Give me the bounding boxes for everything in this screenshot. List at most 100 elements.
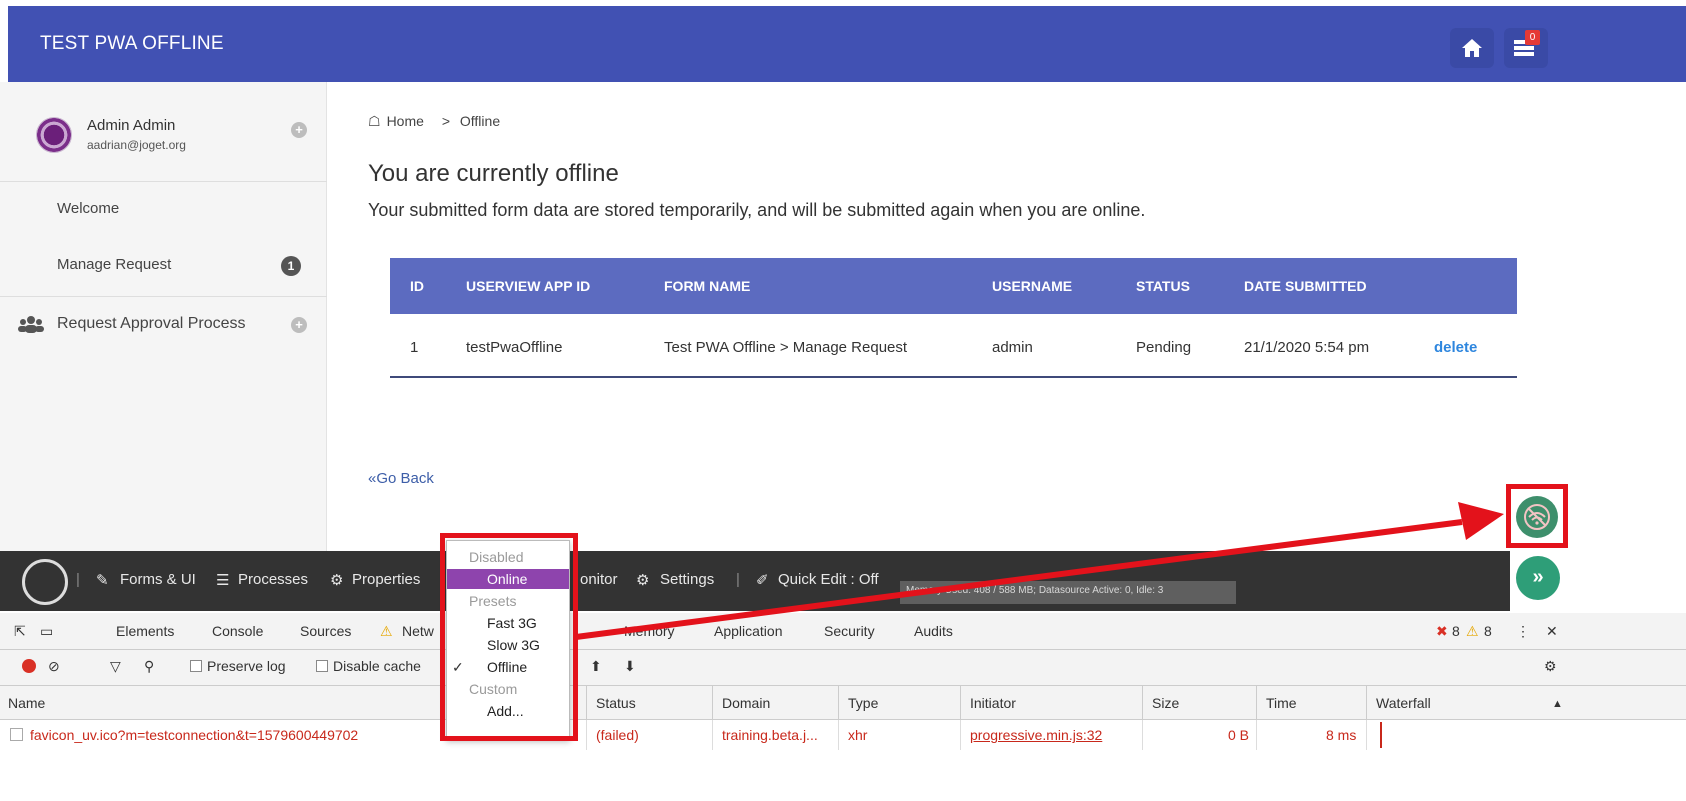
- table-row: 1 testPwaOffline Test PWA Offline > Mana…: [390, 314, 1517, 378]
- properties-link[interactable]: Properties: [352, 571, 420, 588]
- tab-audits[interactable]: Audits: [914, 623, 953, 639]
- tab-application[interactable]: Application: [714, 623, 783, 639]
- column-divider: [712, 720, 713, 750]
- column-divider: [586, 720, 587, 750]
- inspect-icon[interactable]: ⇱: [14, 623, 26, 640]
- column-divider: [1256, 720, 1257, 750]
- column-divider: [960, 720, 961, 750]
- error-count[interactable]: 8: [1452, 623, 1460, 639]
- page-description: Your submitted form data are stored temp…: [368, 200, 1146, 220]
- col-name[interactable]: Name: [8, 695, 45, 711]
- highlight-box-offline-button: [1506, 484, 1568, 548]
- settings-link[interactable]: Settings: [660, 571, 714, 588]
- breadcrumb-separator: >: [441, 113, 450, 129]
- network-table-header: Name Status Domain Type Initiator Size T…: [0, 686, 1686, 720]
- user-email: aadrian@joget.org: [87, 138, 186, 152]
- sort-up-icon[interactable]: ▲: [1552, 698, 1563, 710]
- col-type[interactable]: Type: [848, 695, 878, 711]
- go-back-link[interactable]: «Go Back: [368, 470, 434, 487]
- col-status[interactable]: Status: [596, 695, 636, 711]
- cell-date: 21/1/2020 5:54 pm: [1244, 339, 1370, 356]
- cell-status: Pending: [1136, 339, 1192, 356]
- forms-ui-link[interactable]: Forms & UI: [120, 571, 196, 588]
- column-divider: [1142, 686, 1143, 720]
- expand-user-icon[interactable]: +: [291, 122, 307, 138]
- home-crumb-icon: ☖: [368, 113, 381, 129]
- settings-gear-icon[interactable]: ⚙: [1544, 658, 1557, 675]
- col-date[interactable]: DATE SUBMITTED: [1244, 278, 1367, 294]
- highlight-box-dropdown: [440, 533, 578, 741]
- network-toolbar: ⊘ ▽ ⚲ Preserve log Disable cache ⬆ ⬇ ⚙: [0, 650, 1686, 686]
- search-icon[interactable]: ⚲: [144, 658, 154, 675]
- filter-icon[interactable]: ▽: [110, 658, 121, 675]
- waterfall-bar: [1380, 722, 1382, 748]
- col-status[interactable]: STATUS: [1136, 278, 1190, 294]
- monitor-link[interactable]: onitor: [580, 571, 618, 588]
- error-icon: ✖: [1436, 623, 1448, 639]
- col-form-name[interactable]: FORM NAME: [664, 278, 750, 294]
- clear-icon[interactable]: ⊘: [48, 658, 60, 675]
- col-waterfall[interactable]: Waterfall: [1376, 695, 1431, 711]
- network-request-row[interactable]: favicon_uv.ico?m=testconnection&t=157960…: [0, 720, 1686, 750]
- sidebar-item-manage-request[interactable]: Manage Request: [0, 238, 327, 294]
- sidebar-item-request-approval[interactable]: Request Approval Process +: [0, 296, 327, 354]
- page-title: You are currently offline: [368, 160, 619, 187]
- memory-info: Memory Used: 408 / 588 MB; Datasource Ac…: [900, 581, 1236, 604]
- more-menu-icon[interactable]: ⋮: [1516, 623, 1530, 640]
- sidebar: Admin Admin aadrian@joget.org + Welcome …: [0, 82, 327, 552]
- notification-badge: 0: [1525, 30, 1540, 45]
- disable-cache-label: Disable cache: [333, 658, 421, 674]
- preserve-log-checkbox[interactable]: Preserve log: [190, 658, 286, 674]
- tab-sources[interactable]: Sources: [300, 623, 351, 639]
- tab-elements[interactable]: Elements: [116, 623, 174, 639]
- breadcrumb: ☖ Home > Offline: [368, 113, 506, 130]
- settings-icon: ⚙: [636, 572, 650, 589]
- joget-logo-icon[interactable]: [22, 559, 68, 605]
- tab-console[interactable]: Console: [212, 623, 263, 639]
- expand-toolbar-button[interactable]: »: [1516, 556, 1560, 600]
- request-initiator[interactable]: progressive.min.js:32: [970, 727, 1102, 743]
- sidebar-item-welcome[interactable]: Welcome: [0, 182, 327, 238]
- devtools-tabbar: ⇱ ▭ Elements Console Sources ⚠ Netw Memo…: [0, 613, 1686, 650]
- record-icon[interactable]: [22, 659, 36, 673]
- app-header: TEST PWA OFFLINE 0: [8, 6, 1686, 82]
- user-name: Admin Admin: [87, 117, 176, 134]
- quick-edit-toggle[interactable]: Quick Edit : Off: [778, 571, 879, 588]
- list-icon: ☰: [216, 572, 230, 589]
- inbox-button[interactable]: 0: [1504, 28, 1548, 68]
- col-id[interactable]: ID: [410, 278, 424, 294]
- close-icon[interactable]: ✕: [1546, 623, 1558, 640]
- table-header: ID USERVIEW APP ID FORM NAME USERNAME ST…: [390, 258, 1517, 314]
- col-initiator[interactable]: Initiator: [970, 695, 1016, 711]
- col-app-id[interactable]: USERVIEW APP ID: [466, 278, 590, 294]
- tab-security[interactable]: Security: [824, 623, 875, 639]
- export-har-icon[interactable]: ⬇: [624, 658, 636, 675]
- import-har-icon[interactable]: ⬆: [590, 658, 602, 675]
- warning-count[interactable]: 8: [1484, 623, 1492, 639]
- cell-username: admin: [992, 339, 1033, 356]
- col-time[interactable]: Time: [1266, 695, 1297, 711]
- col-domain[interactable]: Domain: [722, 695, 770, 711]
- breadcrumb-home[interactable]: Home: [387, 113, 424, 129]
- disable-cache-checkbox[interactable]: Disable cache: [316, 658, 421, 674]
- checkbox-icon: [190, 660, 202, 672]
- tab-memory[interactable]: Memory: [624, 623, 675, 639]
- column-divider: [1366, 720, 1367, 750]
- cell-id: 1: [410, 339, 419, 356]
- home-button[interactable]: [1450, 28, 1494, 68]
- col-username[interactable]: USERNAME: [992, 278, 1072, 294]
- request-name[interactable]: favicon_uv.ico?m=testconnection&t=157960…: [30, 727, 358, 743]
- tab-network[interactable]: Netw: [402, 623, 434, 639]
- warning-icon: ⚠: [380, 623, 393, 639]
- user-profile[interactable]: Admin Admin aadrian@joget.org +: [0, 82, 327, 182]
- file-icon: [10, 728, 23, 741]
- brush-icon: ✐: [756, 572, 769, 589]
- divider: |: [76, 571, 80, 588]
- delete-link[interactable]: delete: [1434, 339, 1477, 356]
- preserve-log-label: Preserve log: [207, 658, 286, 674]
- column-divider: [1142, 720, 1143, 750]
- device-icon[interactable]: ▭: [40, 623, 53, 640]
- expand-process-icon[interactable]: +: [291, 317, 307, 333]
- col-size[interactable]: Size: [1152, 695, 1179, 711]
- processes-link[interactable]: Processes: [238, 571, 308, 588]
